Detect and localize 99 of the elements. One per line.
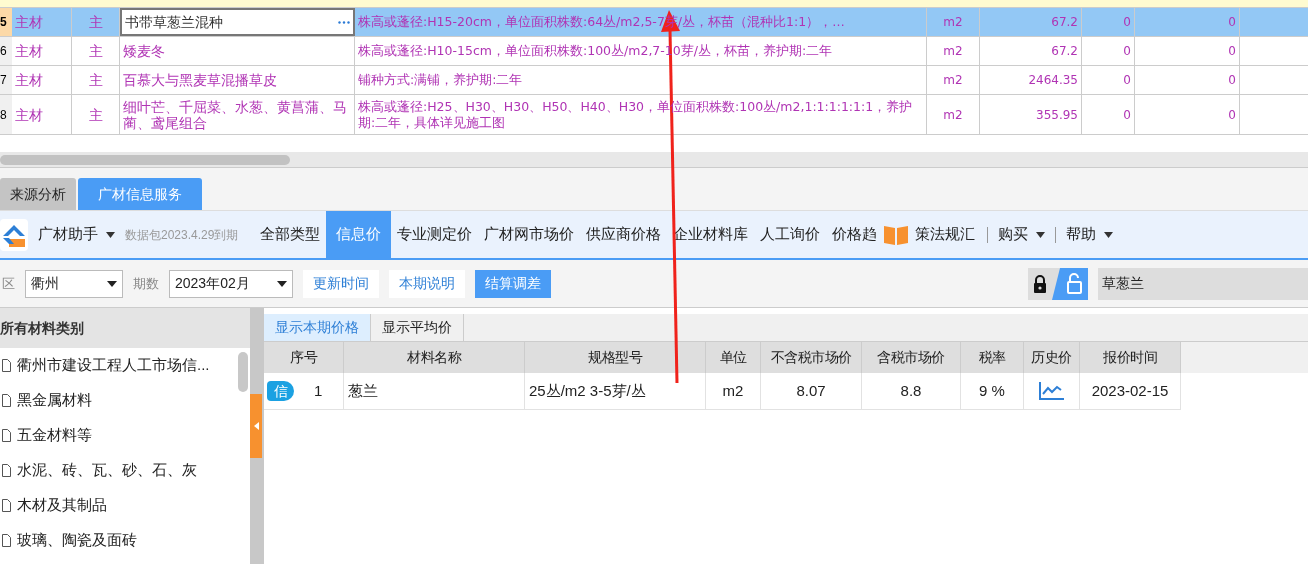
table-cell: 0 [1135, 95, 1240, 134]
caret-down-icon [1036, 231, 1046, 238]
more-button[interactable] [338, 20, 350, 24]
menu-button[interactable]: 购买 [994, 211, 1050, 258]
table-cell: 2464.35 [980, 66, 1082, 94]
caret-down-icon [1104, 231, 1114, 238]
row-number: 5 [0, 8, 12, 36]
tab[interactable]: 来源分析 [0, 178, 76, 210]
logo-icon [0, 218, 28, 251]
caret-down-icon [106, 231, 115, 238]
table-cell: 25丛/m2 3-5芽/丛 [525, 373, 706, 410]
column-header: 历史价 [1024, 342, 1080, 373]
more-icon [338, 20, 350, 24]
field-label: 区 [2, 274, 15, 293]
action-button[interactable]: 更新时间 [303, 269, 379, 298]
table-cell: 9 % [961, 373, 1024, 410]
table-cell: 355.95 [980, 95, 1082, 134]
table-cell: 0 [1135, 8, 1240, 36]
row-number: 7 [0, 66, 12, 94]
package-note: 数据包2023.4.29到期 [125, 226, 239, 244]
nav-tab[interactable]: 全部类型 [254, 211, 327, 258]
nav-tab[interactable]: 供应商价格 [580, 211, 668, 258]
caret-down-icon [277, 280, 287, 287]
document-icon [2, 534, 11, 547]
table-cell: 67.2 [980, 37, 1082, 65]
scrollbar-thumb[interactable] [238, 352, 248, 392]
info-badge: 信 [267, 381, 294, 401]
lock-icon[interactable] [1032, 273, 1048, 294]
column-header: 规格型号 [525, 342, 706, 373]
tree-item[interactable]: 玻璃、陶瓷及面砖 [0, 523, 250, 558]
action-button[interactable]: 本期说明 [389, 269, 465, 298]
table-cell: 主材 [12, 95, 72, 134]
tree-item[interactable]: 木材及其制品 [0, 488, 250, 523]
tab[interactable]: 显示本期价格 [264, 314, 371, 341]
scrollbar-thumb[interactable] [0, 154, 290, 165]
line-chart-icon[interactable] [1038, 382, 1065, 400]
table-cell-text: 1 [314, 380, 323, 401]
row-number: 8 [0, 95, 12, 134]
dropdown[interactable]: 2023年02月 [169, 269, 293, 298]
table-cell: m2 [927, 66, 980, 94]
dropdown[interactable]: 衢州 [25, 269, 123, 298]
table-cell: 主 [72, 66, 120, 94]
table-cell: 铺种方式:满铺，养护期:二年 [355, 66, 927, 94]
table-cell: 主 [72, 37, 120, 65]
table-cell: m2 [927, 37, 980, 65]
table-cell: 葱兰 [344, 373, 525, 410]
table-cell: 0 [1082, 66, 1135, 94]
column-header: 含税市场价 [862, 342, 961, 373]
tree-item[interactable]: 五金材料等 [0, 418, 250, 453]
row-number: 6 [0, 37, 12, 65]
nav-tab[interactable]: 价格趋 [826, 211, 884, 258]
book-icon [883, 223, 910, 246]
nav-tab[interactable]: 专业测定价 [391, 211, 479, 258]
column-header: 序号 [264, 342, 344, 373]
table-cell: 主材 [12, 37, 72, 65]
tree-item[interactable]: 水泥、砖、瓦、砂、石、灰 [0, 453, 250, 488]
column-header: 单位 [706, 342, 761, 373]
nav-tab[interactable]: 策法规汇 [909, 211, 982, 258]
table-cell: 主材 [12, 8, 72, 36]
column-header: 报价时间 [1080, 342, 1181, 373]
table-cell: m2 [706, 373, 761, 410]
tree-item[interactable]: 衢州市建设工程人工市场信... [0, 348, 250, 383]
column-header: 税率 [961, 342, 1024, 373]
table-cell: m2 [927, 8, 980, 36]
tab[interactable]: 显示平均价 [371, 314, 464, 341]
table-cell: 百慕大与黑麦草混播草皮 [120, 66, 355, 94]
search-field[interactable]: 草葱兰 [1098, 267, 1308, 300]
table-cell: 细叶芒、千屈菜、水葱、黄菖蒲、马蔺、鸢尾组合 [120, 95, 355, 134]
table-cell: m2 [927, 95, 980, 134]
table-cell: 2023-02-15 [1080, 373, 1181, 410]
menu-button[interactable]: 帮助 [1062, 211, 1118, 258]
column-header: 不含税市场价 [761, 342, 862, 373]
sidebar-title: 所有材料类别 [0, 308, 250, 348]
table-cell: 0 [1082, 95, 1135, 134]
document-icon [2, 464, 11, 477]
tree-item[interactable]: 黑金属材料 [0, 383, 250, 418]
document-icon [2, 394, 11, 407]
table-cell: 主 [72, 95, 120, 134]
document-icon [2, 499, 11, 512]
table-cell: 67.2 [980, 8, 1082, 36]
app-menu[interactable]: 广材助手 [28, 211, 125, 258]
nav-tab[interactable]: 人工询价 [754, 211, 827, 258]
column-header: 材料名称 [344, 342, 525, 373]
table-cell: 8.8 [862, 373, 961, 410]
document-icon [2, 359, 11, 372]
table-cell: 矮麦冬 [120, 37, 355, 65]
table-cell: 8.07 [761, 373, 862, 410]
nav-tab[interactable]: 广材网市场价 [478, 211, 581, 258]
table-cell: 0 [1082, 37, 1135, 65]
nav-tab[interactable]: 企业材料库 [667, 211, 755, 258]
collapse-handle[interactable] [250, 394, 262, 458]
field-label: 期数 [133, 274, 159, 293]
table-cell: 0 [1135, 37, 1240, 65]
table-cell: 主材 [12, 66, 72, 94]
table-cell: 0 [1135, 66, 1240, 94]
caret-down-icon [107, 280, 117, 287]
document-icon [2, 429, 11, 442]
caret-left-icon [253, 422, 259, 430]
table-cell: 0 [1082, 8, 1135, 36]
